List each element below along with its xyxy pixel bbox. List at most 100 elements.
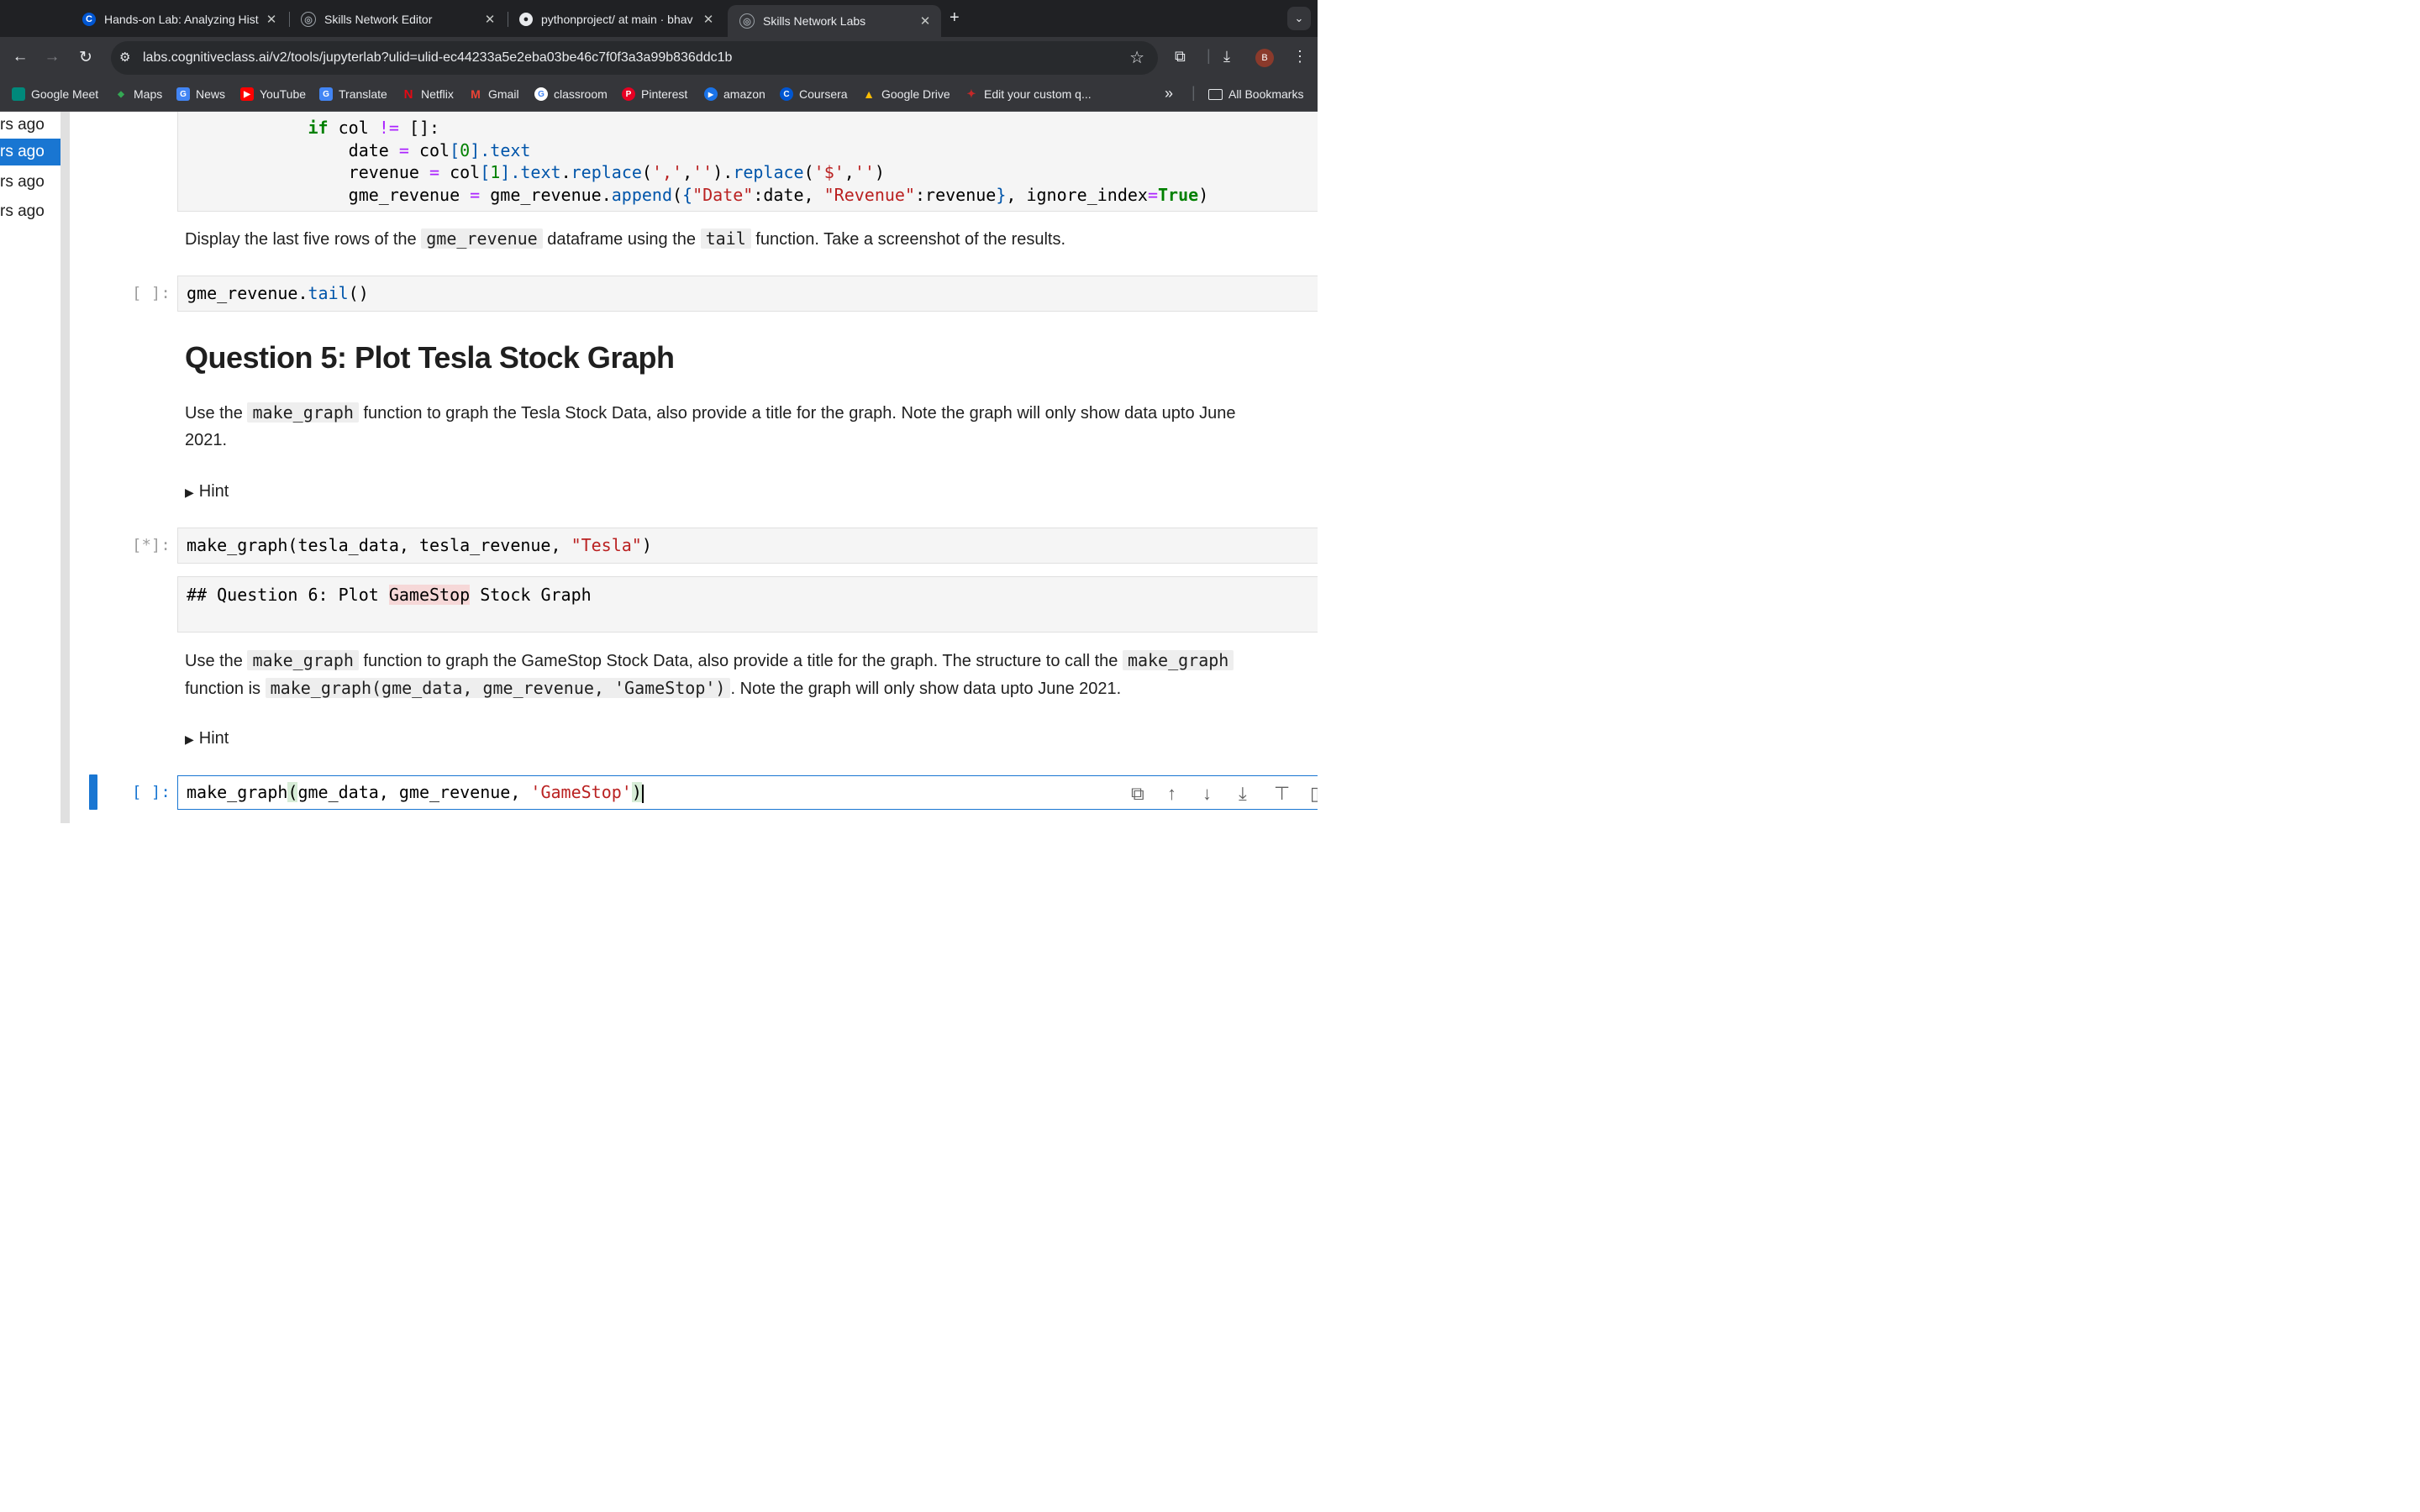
url-text[interactable]: labs.cognitiveclass.ai/v2/tools/jupyterl…: [143, 50, 732, 66]
google-drive-icon: ▲: [863, 87, 875, 101]
maps-pin-icon: ◆: [118, 89, 124, 99]
code-cell-tesla[interactable]: make_graph(tesla_data, tesla_revenue, "T…: [177, 528, 1318, 564]
tab-search-chevron-icon[interactable]: ⌄: [1287, 7, 1311, 30]
bookmark-google-meet[interactable]: Google Meet: [12, 87, 98, 101]
insert-below-icon[interactable]: ⤓: [1239, 783, 1247, 805]
move-up-arrow-icon[interactable]: ↑: [1167, 783, 1176, 805]
disclosure-triangle-icon: ▶: [185, 486, 194, 499]
gmail-icon: M: [471, 87, 481, 101]
tab-title: Skills Network Labs: [763, 14, 866, 28]
move-down-arrow-icon[interactable]: ↓: [1202, 783, 1212, 805]
history-item[interactable]: rs ago: [0, 169, 60, 196]
more-menu-icon[interactable]: ⋮: [1292, 48, 1307, 66]
question5-heading: Question 5: Plot Tesla Stock Graph: [185, 340, 675, 375]
bookmark-google-drive[interactable]: ▲ Google Drive: [862, 87, 950, 101]
bookmark-translate[interactable]: G Translate: [319, 87, 387, 101]
cell-prompt: [ ]:: [132, 284, 171, 302]
google-meet-icon: [12, 87, 25, 101]
bookmark-maps[interactable]: ◆ Maps: [114, 87, 162, 101]
code-line: date = col[0].text: [348, 140, 531, 160]
skills-network-icon: ◎: [301, 12, 316, 27]
browser-tab-strip: C Hands-on Lab: Analyzing Hist ✕ ◎ Skill…: [0, 0, 1318, 37]
code-line: gme_revenue = gme_revenue.append({"Date"…: [348, 185, 1209, 205]
coursera-icon: C: [82, 13, 96, 26]
hint-toggle[interactable]: ▶ Hint: [185, 729, 229, 748]
bookmark-amazon[interactable]: ▶ amazon: [704, 87, 765, 101]
tab-skills-network-editor[interactable]: ◎ Skills Network Editor ✕: [289, 5, 506, 34]
code-cell-tail[interactable]: gme_revenue.tail(): [177, 276, 1318, 312]
maple-leaf-icon: ✦: [966, 87, 976, 100]
history-item[interactable]: rs ago: [0, 112, 60, 139]
history-item-selected[interactable]: rs ago: [0, 139, 60, 165]
back-arrow-icon[interactable]: ←: [10, 48, 30, 66]
toolbar-divider: |: [1207, 47, 1211, 64]
delete-cell-icon[interactable]: ▯: [1310, 783, 1318, 805]
netflix-icon: N: [403, 87, 413, 102]
active-cell-indicator: [89, 774, 97, 810]
tab-skills-network-labs[interactable]: ◎ Skills Network Labs ✕: [728, 5, 941, 37]
new-tab-button[interactable]: +: [950, 8, 960, 28]
extensions-icon[interactable]: ⧉: [1175, 48, 1186, 66]
markdown-gamestop-instructions-line2: function is make_graph(gme_data, gme_rev…: [185, 678, 1122, 698]
reload-icon[interactable]: ↻: [76, 48, 96, 67]
notebook-panel: if col != []: date = col[0].text revenue…: [70, 112, 1318, 823]
tab-title: Skills Network Editor: [324, 13, 433, 26]
bookmark-news[interactable]: G News: [176, 87, 225, 101]
tab-hands-on-lab[interactable]: C Hands-on Lab: Analyzing Hist ✕: [71, 5, 287, 34]
code-line: if col != []:: [308, 118, 440, 138]
sidebar-resize-handle[interactable]: [60, 112, 70, 823]
address-bar[interactable]: ⚙ labs.cognitiveclass.ai/v2/tools/jupyte…: [111, 41, 1158, 75]
all-bookmarks-folder[interactable]: All Bookmarks: [1208, 87, 1303, 101]
translate-icon: G: [319, 87, 333, 101]
google-icon: G: [534, 87, 548, 101]
profile-avatar[interactable]: B: [1255, 49, 1274, 67]
close-icon[interactable]: ✕: [262, 12, 281, 27]
bookmark-pinterest[interactable]: P Pinterest: [622, 87, 687, 101]
tab-github-pythonproject[interactable]: ● pythonproject/ at main · bhav ✕: [508, 5, 724, 34]
insert-above-icon[interactable]: ⊤: [1274, 783, 1290, 805]
download-icon[interactable]: ⤓: [1223, 48, 1230, 66]
browser-toolbar: ← → ↻ ⚙ labs.cognitiveclass.ai/v2/tools/…: [0, 37, 1318, 79]
close-icon[interactable]: ✕: [481, 12, 499, 27]
raw-markdown-cell-question6[interactable]: ## Question 6: Plot GameStop Stock Graph: [177, 576, 1318, 633]
history-sidebar: rs ago rs ago rs ago rs ago: [0, 112, 60, 823]
amazon-icon: ▶: [704, 87, 718, 101]
cell-prompt-running: [*]:: [132, 536, 171, 554]
tab-title: Hands-on Lab: Analyzing Hist: [104, 13, 259, 26]
duplicate-cell-icon[interactable]: ⧉: [1131, 783, 1144, 805]
disclosure-triangle-icon: ▶: [185, 732, 194, 746]
bookmark-coursera[interactable]: C Coursera: [780, 87, 848, 101]
skills-network-icon: ◎: [739, 13, 755, 29]
youtube-icon: ▶: [240, 87, 254, 101]
bookmark-netflix[interactable]: N Netflix: [402, 87, 454, 102]
markdown-tail-instructions: Display the last five rows of the gme_re…: [185, 228, 1066, 249]
bookmarks-divider: |: [1192, 84, 1196, 101]
code-cell-gamestop-active[interactable]: make_graph(gme_data, gme_revenue, 'GameS…: [177, 775, 1318, 810]
code-cell-loop[interactable]: if col != []: date = col[0].text revenue…: [177, 112, 1318, 212]
bookmark-gmail[interactable]: M Gmail: [469, 87, 518, 101]
forward-arrow-icon[interactable]: →: [42, 48, 62, 66]
folder-icon: [1208, 88, 1223, 100]
history-item[interactable]: rs ago: [0, 198, 60, 225]
bookmarks-bar: Google Meet ◆ Maps G News ▶ YouTube G Transl…: [0, 79, 1318, 112]
text-cursor: [641, 784, 644, 803]
cell-prompt: [ ]:: [132, 783, 171, 801]
bookmark-youtube[interactable]: ▶ YouTube: [240, 87, 306, 101]
close-icon[interactable]: ✕: [916, 13, 934, 29]
coursera-icon: C: [780, 87, 793, 101]
bookmark-star-icon[interactable]: ☆: [1129, 47, 1144, 68]
close-icon[interactable]: ✕: [699, 12, 718, 27]
bookmark-classroom[interactable]: Gclassroom: [534, 87, 608, 101]
site-settings-icon[interactable]: ⚙: [119, 50, 130, 65]
github-icon: ●: [519, 13, 533, 26]
hint-toggle[interactable]: ▶ Hint: [185, 482, 229, 501]
markdown-gamestop-instructions: Use the make_graph function to graph the…: [185, 647, 1234, 675]
news-icon: G: [176, 87, 190, 101]
markdown-tesla-instructions: Use the make_graph function to graph the…: [185, 402, 1236, 423]
code-line: revenue = col[1].text.replace(',','').re…: [348, 162, 885, 182]
more-bookmarks-icon[interactable]: »: [1165, 85, 1173, 102]
tab-title: pythonproject/ at main · bhav: [541, 13, 693, 26]
markdown-tesla-instructions-line2: 2021.: [185, 431, 228, 449]
bookmark-edit-custom[interactable]: ✦ Edit your custom q...: [965, 87, 1092, 101]
pinterest-icon: P: [622, 87, 635, 101]
